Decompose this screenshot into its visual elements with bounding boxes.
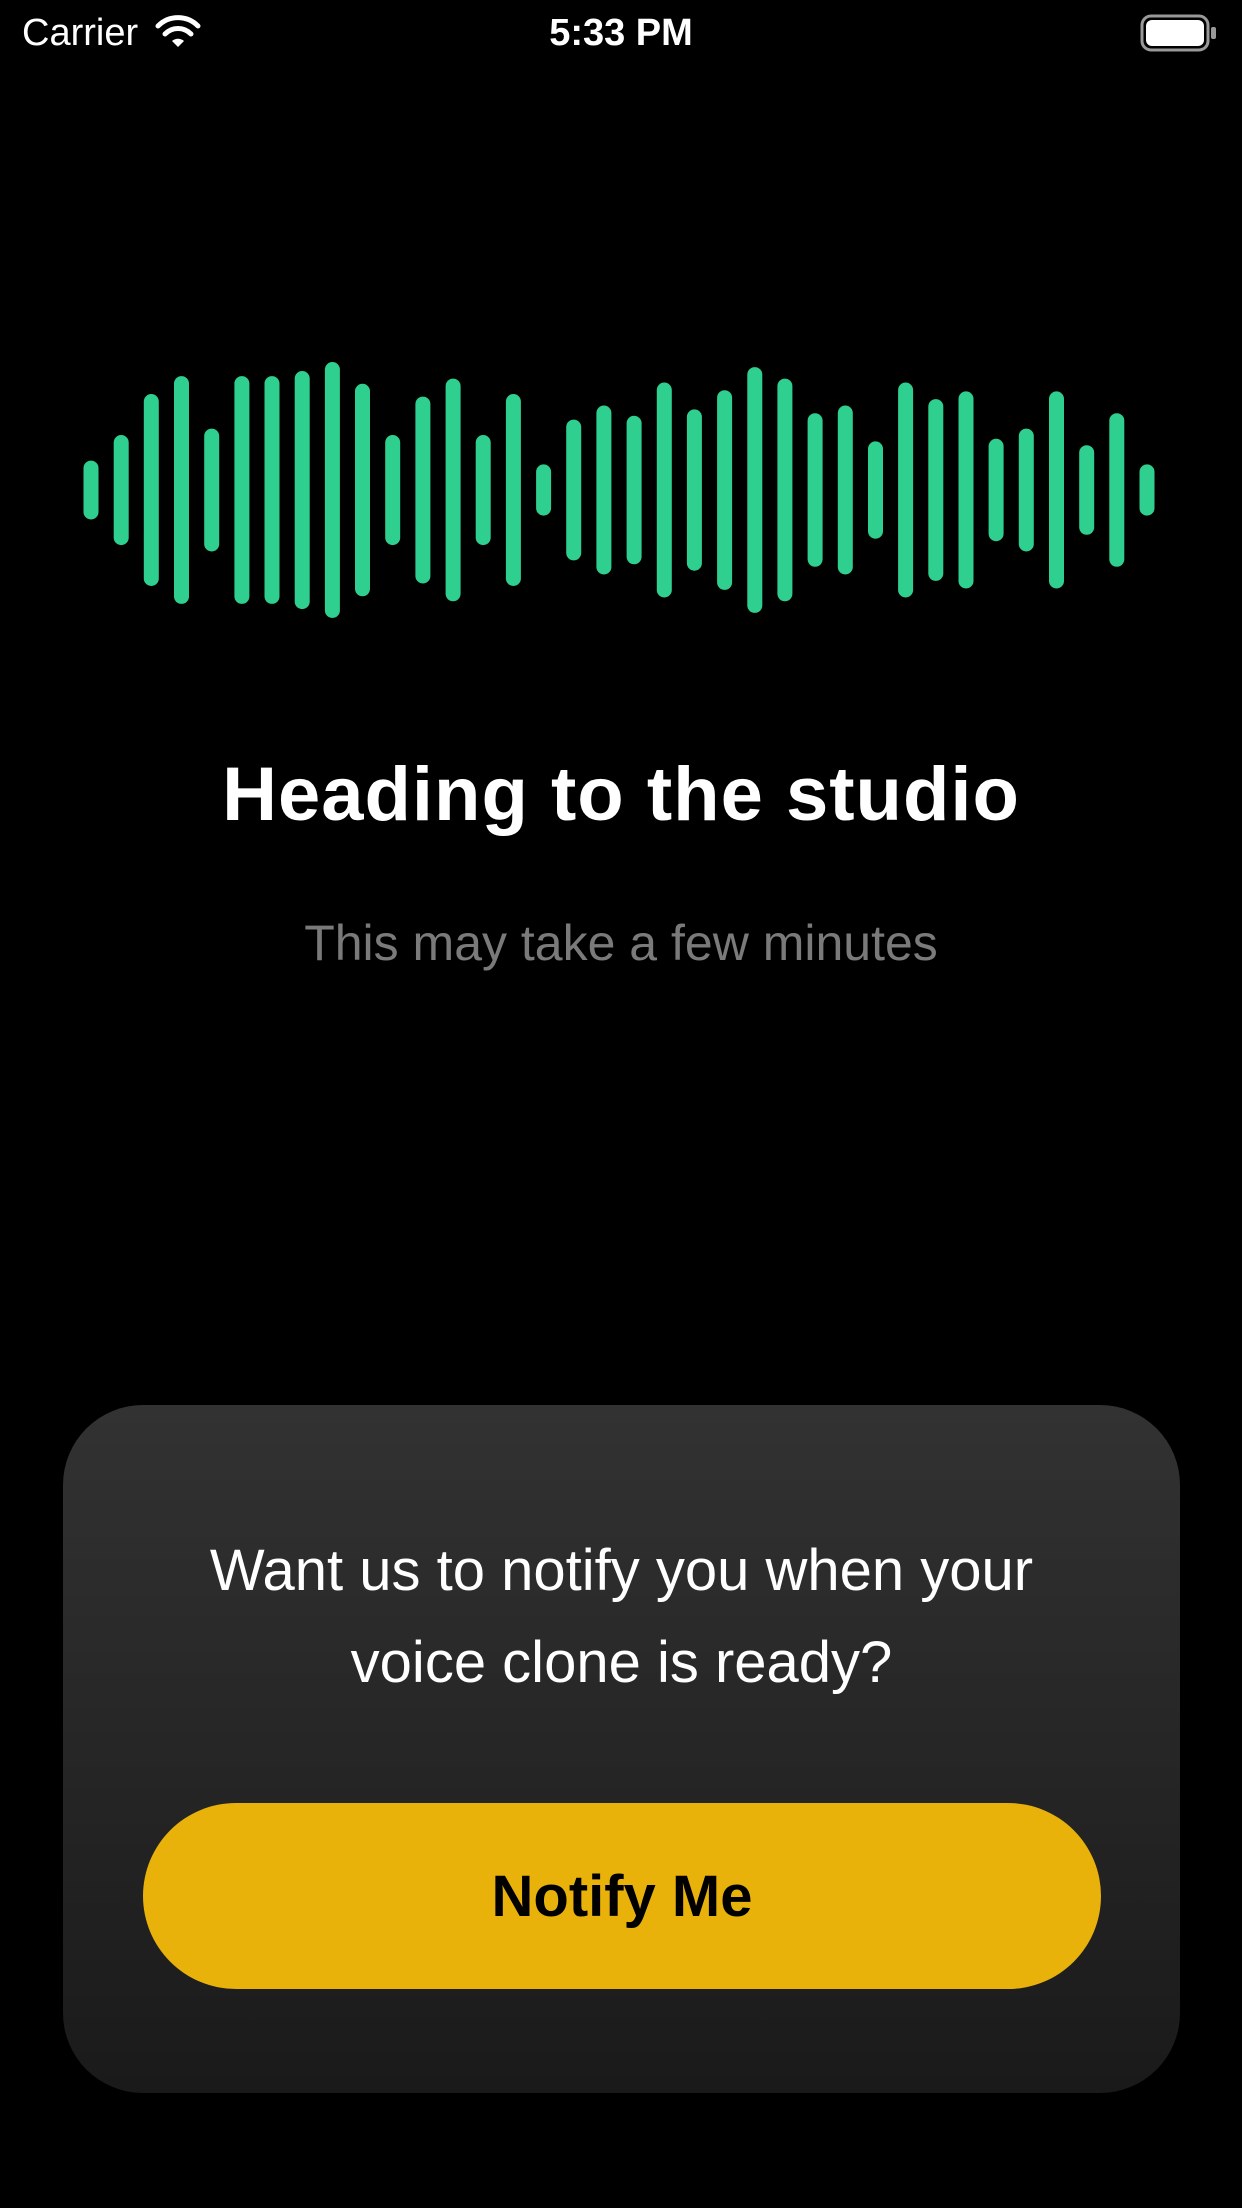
waveform-bar [626, 415, 642, 565]
waveform-bar [536, 464, 552, 516]
waveform-bar [928, 399, 944, 581]
waveform-bar [898, 382, 914, 598]
waveform-bar [747, 367, 763, 613]
page-subtitle: This may take a few minutes [304, 915, 938, 971]
waveform-bar [1109, 413, 1125, 567]
waveform-bar [596, 405, 612, 575]
waveform-bar [234, 376, 250, 604]
waveform-bar [1018, 428, 1034, 552]
waveform-bar [566, 419, 582, 561]
waveform-bar [113, 435, 129, 546]
waveform-bar [294, 371, 310, 610]
waveform-bar [143, 394, 159, 586]
waveform-bar [837, 405, 853, 575]
battery-icon [1140, 14, 1216, 52]
screen: Carrier 5:33 PM Heading to the studio Th… [0, 0, 1242, 2208]
status-bar: Carrier 5:33 PM [0, 0, 1242, 66]
waveform-bar [958, 391, 974, 589]
waveform-bar [1049, 391, 1064, 589]
waveform-bar [475, 435, 491, 546]
waveform-bar [83, 460, 99, 520]
waveform-bar [777, 378, 793, 602]
waveform-bar [385, 435, 401, 546]
waveform-bar [204, 428, 220, 552]
waveform-bar [807, 413, 823, 567]
waveform-bar [174, 376, 189, 604]
waveform-bar [988, 438, 1004, 542]
audio-waveform-icon [83, 362, 1155, 618]
waveform-bar [415, 396, 431, 584]
waveform-bar [445, 378, 461, 602]
waveform-bar [686, 409, 702, 571]
waveform-bar [264, 376, 280, 604]
waveform-bar [717, 390, 733, 590]
waveform-bar [656, 382, 672, 598]
clock: 5:33 PM [549, 12, 693, 54]
notify-me-button[interactable]: Notify Me [143, 1803, 1101, 1989]
waveform-bar [868, 441, 883, 539]
waveform-bar [1079, 445, 1095, 535]
waveform-bar [324, 362, 340, 618]
notification-question: Want us to notify you when your voice cl… [209, 1538, 1034, 1695]
page-title: Heading to the studio [222, 752, 1020, 837]
waveform-bar [1139, 464, 1155, 516]
waveform-bar [355, 383, 370, 597]
waveform-bar [505, 394, 521, 586]
notification-card: Want us to notify you when your voice cl… [63, 1405, 1180, 2093]
